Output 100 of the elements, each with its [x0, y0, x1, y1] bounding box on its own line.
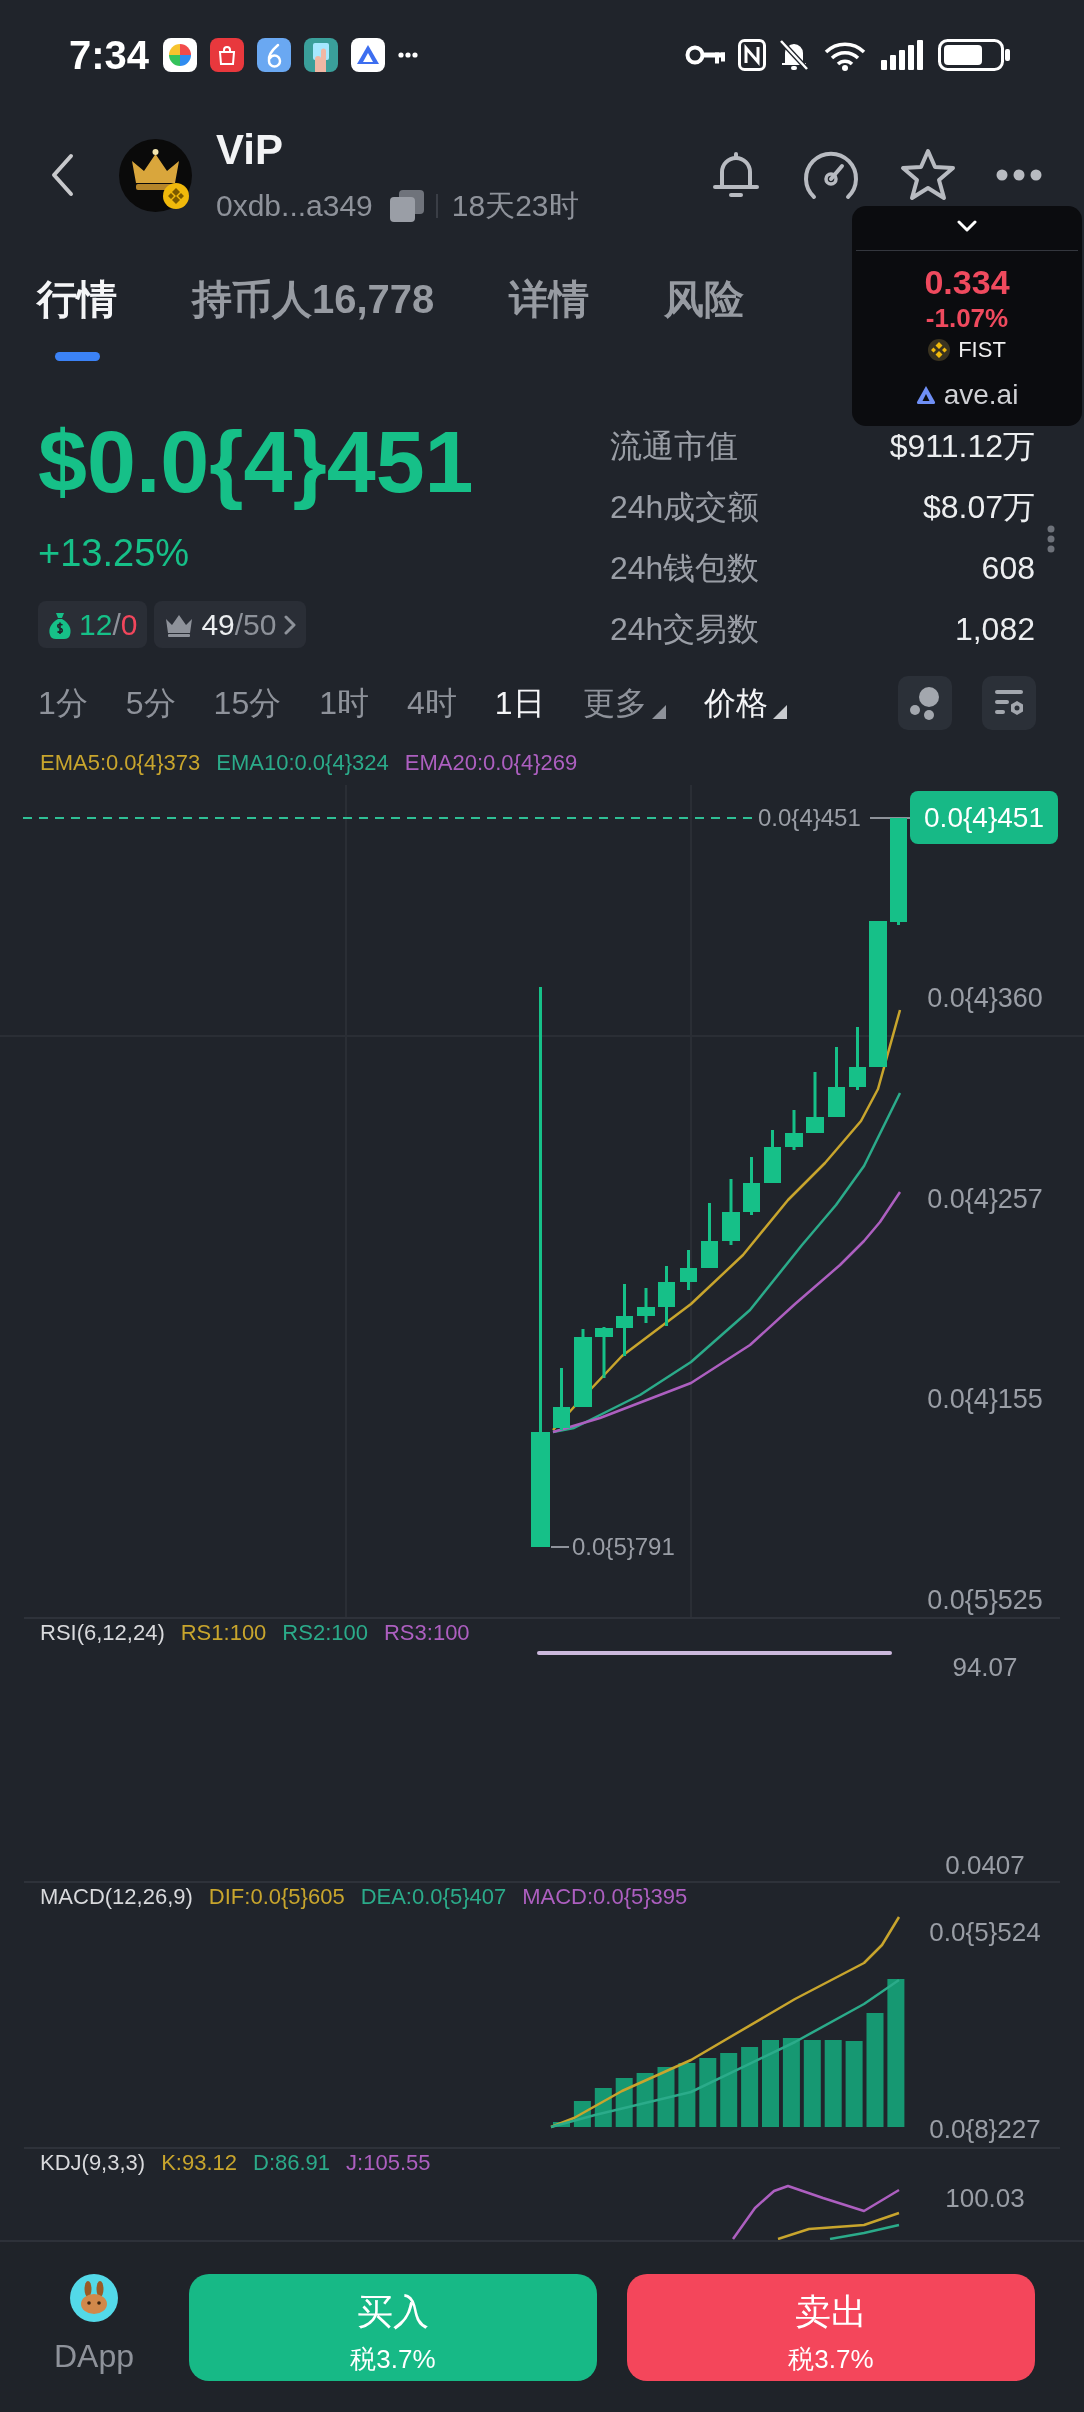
smart-money-badge[interactable]: 12/0	[38, 601, 148, 648]
source-label: ave.ai	[943, 379, 1019, 411]
more-icon[interactable]	[996, 169, 1042, 181]
axis-label: 0.0{4}155	[926, 1383, 1044, 1416]
indicator-value: RS1:100	[180, 1620, 267, 1646]
pinwheel-app-icon	[163, 38, 198, 72]
axis-label: 0.0{4}360	[926, 982, 1044, 1014]
interval-tab[interactable]: 1分	[38, 682, 88, 723]
token-price: $0.0{4}451	[38, 411, 475, 513]
candle	[658, 1266, 675, 1326]
widget-price: 0.334	[924, 262, 1010, 302]
indicator-title: RSI(6,12,24)	[40, 1620, 165, 1646]
candle	[553, 1368, 570, 1430]
interval-tab[interactable]: 15分	[213, 682, 282, 723]
coin-badge-icon	[163, 182, 189, 209]
indicator-value: DIF:0.0{5}605	[208, 1884, 345, 1910]
indicator-value: MACD:0.0{5}395	[522, 1884, 688, 1910]
bell-icon[interactable]	[710, 151, 762, 199]
stat-value: 608	[981, 550, 1035, 587]
bell-off-icon	[779, 39, 809, 71]
copy-icon[interactable]	[389, 190, 424, 222]
candle	[722, 1179, 740, 1245]
caret-icon	[651, 704, 666, 719]
dropdown-button[interactable]: 更多	[582, 682, 666, 723]
candle	[828, 1047, 845, 1117]
axis-label: 0.0{4}257	[926, 1182, 1044, 1215]
stat-label: 流通市值	[610, 426, 738, 466]
battery-icon	[938, 39, 1010, 71]
interval-tab[interactable]: 5分	[125, 682, 176, 723]
candle	[616, 1284, 633, 1356]
sell-button[interactable]: 卖出 税3.7%	[627, 2274, 1035, 2381]
indicator-value: EMA10:0.0{4}324	[216, 749, 389, 776]
leader-line	[550, 1546, 570, 1548]
candle	[785, 1110, 803, 1150]
last-price-label: 0.0{4}451	[758, 803, 861, 833]
axis-label: 0.0407	[944, 1849, 1026, 1881]
candle	[764, 1130, 781, 1183]
stat-label: 24h成交额	[610, 487, 760, 527]
indicator-title: KDJ(9,3,3)	[40, 2150, 146, 2176]
interval-tab[interactable]: 1时	[319, 682, 369, 723]
token-name: ViP	[216, 126, 284, 174]
tab[interactable]: 行情	[37, 240, 117, 372]
indicator-value: J:105.55	[346, 2150, 431, 2176]
histogram-bar	[657, 2067, 675, 2127]
dropdown-button[interactable]: 价格	[703, 682, 787, 723]
bunny-icon	[70, 2274, 118, 2322]
axis-label: 94.07	[951, 1651, 1019, 1683]
star-icon[interactable]	[900, 148, 956, 202]
candle	[806, 1072, 824, 1133]
interval-tab[interactable]: 1日	[494, 682, 545, 723]
price-change: +13.25%	[38, 531, 191, 575]
stat-value: 1,082	[954, 611, 1035, 648]
tab[interactable]: 详情	[509, 240, 590, 372]
status-time: 7:34	[69, 32, 150, 78]
candle	[595, 1327, 613, 1378]
chevron-right-icon	[283, 614, 296, 635]
wifi-icon	[822, 39, 868, 71]
indicator-value: EMA20:0.0{4}269	[404, 749, 578, 776]
indicator-value: DEA:0.0{5}407	[360, 1884, 507, 1910]
indicator-value: EMA5:0.0{4}373	[40, 749, 201, 776]
contract-address: 0xdb...a349	[216, 188, 373, 224]
back-icon[interactable]	[49, 153, 75, 197]
circles-icon[interactable]	[898, 675, 952, 730]
triangle-app-icon	[351, 38, 386, 72]
key-icon	[685, 44, 725, 66]
caret-icon	[772, 704, 787, 719]
signal-icon	[881, 40, 925, 70]
interval-tab[interactable]: 4时	[407, 682, 457, 723]
coin-icon	[928, 339, 951, 361]
dapp-button[interactable]: DApp	[48, 2274, 140, 2375]
stat-value: $911.12万	[889, 426, 1035, 466]
stat-label: 24h钱包数	[610, 548, 760, 588]
shopping-bag-app-icon	[210, 38, 245, 72]
axis-label: 0.0{5}525	[926, 1584, 1044, 1617]
money-bag-icon	[48, 610, 72, 639]
nfc-icon	[738, 39, 766, 71]
token-symbol: FIST	[958, 337, 1006, 363]
token-age: 18天23时	[451, 188, 579, 224]
histogram-bar	[636, 2073, 654, 2127]
candle	[701, 1203, 718, 1268]
candle	[680, 1250, 697, 1290]
triangle-logo-icon	[915, 385, 936, 405]
stat-value: $8.07万	[922, 487, 1035, 527]
tab[interactable]: 风险	[664, 240, 745, 372]
price-tag: 0.0{4}451	[910, 791, 1058, 844]
axis-label: 100.03	[944, 2182, 1026, 2214]
chevron-down-icon[interactable]	[957, 220, 977, 232]
more-vertical-icon[interactable]	[1047, 525, 1055, 553]
candle	[743, 1157, 760, 1215]
candle	[637, 1288, 655, 1323]
tab[interactable]: 持币人16,778	[192, 240, 435, 372]
candle	[849, 1027, 866, 1090]
d-line	[829, 2223, 900, 2240]
low-price-label: 0.0{5}791	[572, 1532, 675, 1562]
indicator-value: D:86.91	[253, 2150, 331, 2176]
axis-label: 0.0{5}524	[928, 1916, 1042, 1948]
settings-icon[interactable]	[982, 675, 1036, 730]
stat-label: 24h交易数	[610, 609, 760, 649]
top-holders-badge[interactable]: 49/50	[154, 601, 306, 648]
histogram-bar	[678, 2063, 696, 2127]
